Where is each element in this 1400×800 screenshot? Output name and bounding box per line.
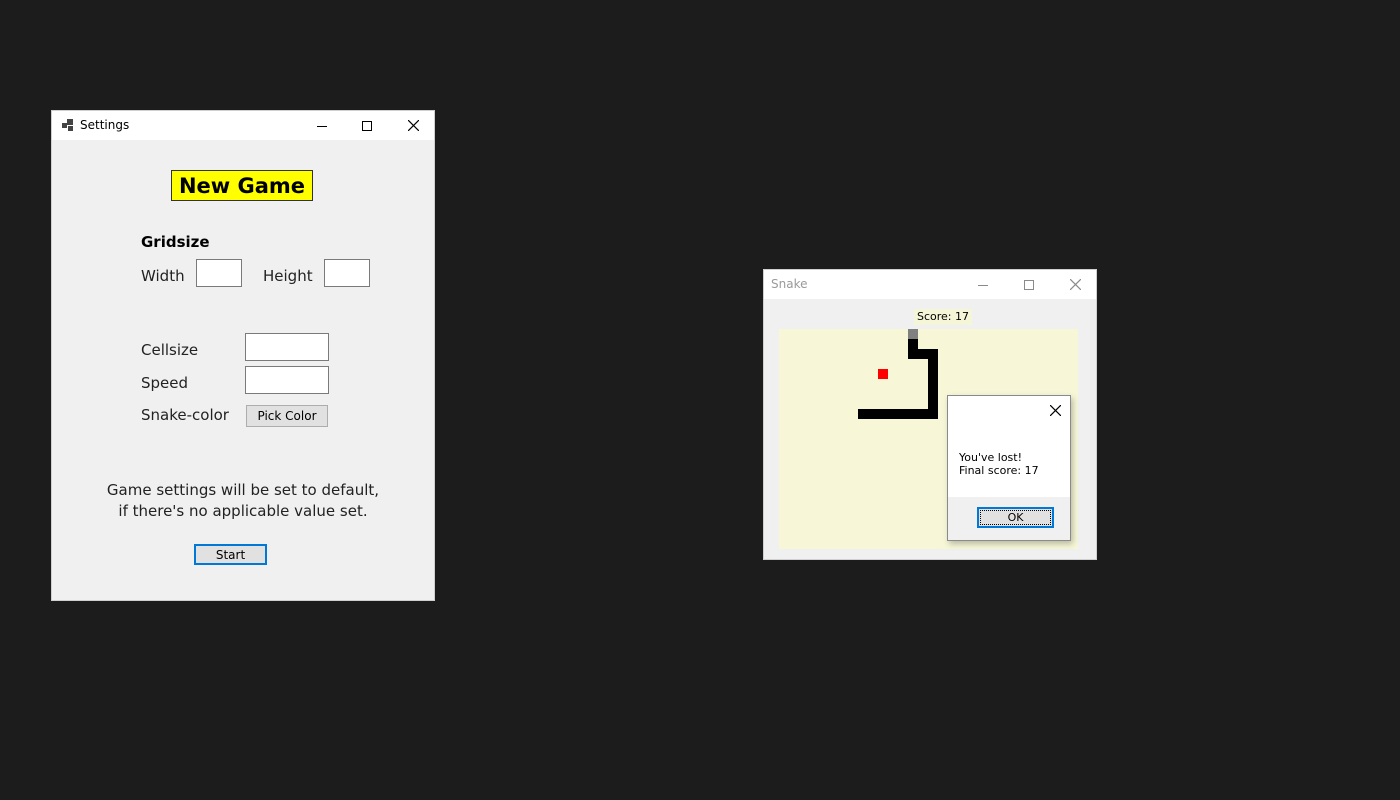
dialog-close-button[interactable] xyxy=(1044,400,1066,420)
close-icon xyxy=(1069,279,1081,290)
minimize-button[interactable] xyxy=(299,111,345,140)
snake-segment xyxy=(908,339,918,349)
width-label: Width xyxy=(141,267,185,285)
dialog-footer: OK xyxy=(948,497,1070,540)
close-icon xyxy=(1049,404,1061,416)
defaults-note: Game settings will be set to default, if… xyxy=(52,480,434,522)
dialog-message-line-2: Final score: 17 xyxy=(959,464,1039,477)
snake-segment xyxy=(858,409,938,419)
height-input[interactable] xyxy=(324,259,370,287)
snake-titlebar[interactable]: Snake xyxy=(764,270,1096,299)
maximize-button[interactable] xyxy=(344,111,390,140)
score-label: Score: 17 xyxy=(914,309,973,325)
maximize-icon xyxy=(362,120,372,131)
app-icon xyxy=(62,119,73,131)
cellsize-label: Cellsize xyxy=(141,341,199,359)
pick-color-button[interactable]: Pick Color xyxy=(246,405,328,427)
snake-color-label: Snake-color xyxy=(141,406,229,424)
cellsize-input[interactable] xyxy=(245,333,329,361)
maximize-button[interactable] xyxy=(1006,270,1052,299)
defaults-note-line-2: if there's no applicable value set. xyxy=(118,502,368,520)
close-button[interactable] xyxy=(390,111,436,140)
speed-label: Speed xyxy=(141,374,189,392)
window-title: Snake xyxy=(771,277,808,291)
defaults-note-line-1: Game settings will be set to default, xyxy=(106,481,380,499)
speed-input[interactable] xyxy=(245,366,329,394)
width-input[interactable] xyxy=(196,259,242,287)
ok-button[interactable]: OK xyxy=(977,507,1054,528)
minimize-icon xyxy=(317,125,327,127)
start-button[interactable]: Start xyxy=(194,544,267,565)
minimize-icon xyxy=(978,284,988,286)
game-over-dialog: You've lost! Final score: 17 OK xyxy=(947,395,1071,541)
close-button[interactable] xyxy=(1052,270,1098,299)
close-icon xyxy=(407,120,419,131)
snake-segment xyxy=(928,349,938,419)
height-label: Height xyxy=(263,267,313,285)
dialog-message: You've lost! Final score: 17 xyxy=(959,451,1039,477)
window-title: Settings xyxy=(80,118,130,132)
food xyxy=(878,369,888,379)
maximize-icon xyxy=(1024,279,1034,290)
minimize-button[interactable] xyxy=(960,270,1006,299)
snake-head xyxy=(908,329,918,339)
settings-window: Settings New Game Gridsize Width Height … xyxy=(51,110,435,601)
new-game-heading: New Game xyxy=(171,170,313,201)
gridsize-heading: Gridsize xyxy=(141,233,210,251)
dialog-message-line-1: You've lost! xyxy=(959,451,1022,464)
settings-titlebar[interactable]: Settings xyxy=(52,111,434,140)
